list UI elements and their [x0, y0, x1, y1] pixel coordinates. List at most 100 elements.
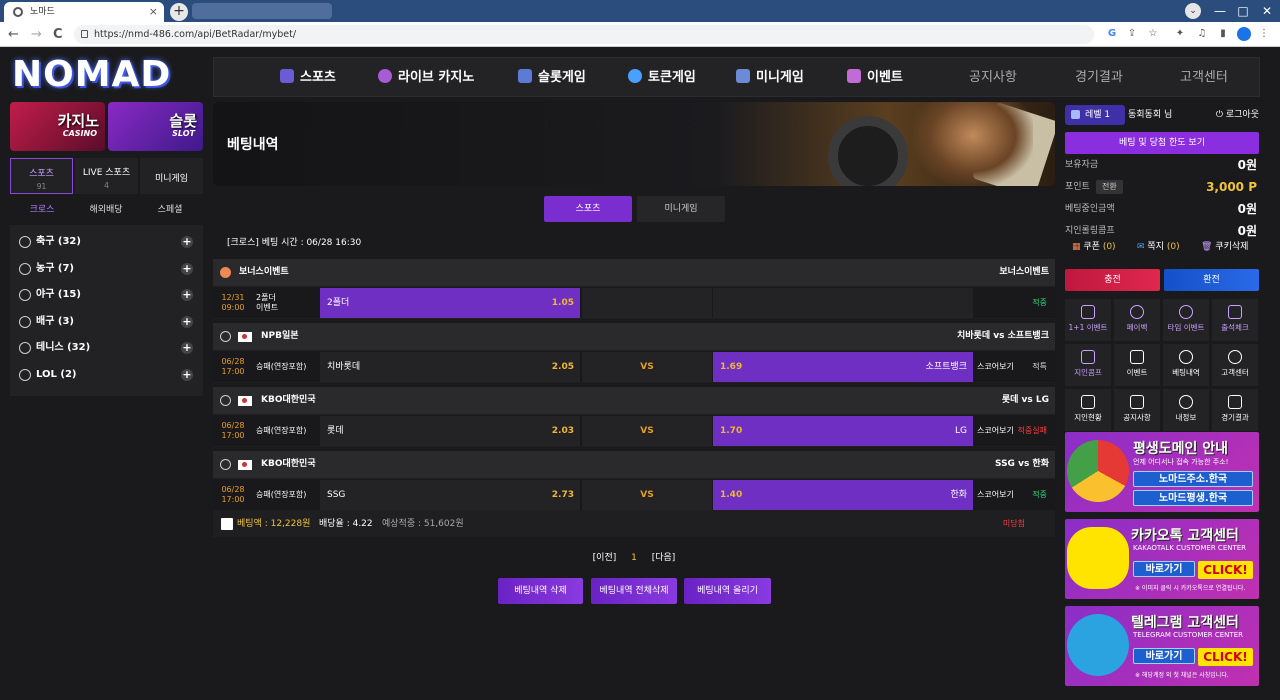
- draw-cell[interactable]: VS: [582, 352, 712, 382]
- menu-payback[interactable]: 페이백: [1114, 299, 1160, 341]
- select-checkbox[interactable]: [221, 518, 233, 530]
- forward-button[interactable]: →: [31, 22, 42, 47]
- nav-support[interactable]: 고객센터: [1180, 58, 1228, 98]
- slot-promo-banner[interactable]: 슬롯 SLOT: [108, 102, 203, 151]
- sport-item-volleyball[interactable]: 배구 (3) +: [10, 309, 203, 335]
- nav-live-casino[interactable]: 라이브 카지노: [378, 58, 474, 98]
- back-button[interactable]: ←: [8, 22, 19, 47]
- note-link[interactable]: ✉ 쪽지 (0): [1137, 240, 1180, 254]
- subtab-cross[interactable]: 크로스: [10, 197, 74, 223]
- score-link[interactable]: 스코어보기: [977, 351, 1014, 382]
- telegram-go-button[interactable]: 바로가기: [1133, 648, 1195, 664]
- expand-plus-icon[interactable]: +: [181, 316, 193, 328]
- nav-event[interactable]: 이벤트: [847, 58, 903, 98]
- sport-item-baseball[interactable]: 야구 (15) +: [10, 282, 203, 308]
- tab-minigame-history[interactable]: 미니게임: [637, 196, 725, 222]
- delete-all-bets-button[interactable]: 베팅내역 전체삭제: [591, 578, 677, 604]
- url-field[interactable]: https://nmd-486.com/api/BetRadar/mybet/: [74, 25, 1094, 44]
- window-close-button[interactable]: ✕: [1252, 0, 1280, 22]
- sidebar-tab-sports[interactable]: 스포츠 91: [10, 158, 73, 194]
- casino-promo-banner[interactable]: 카지노 CASINO: [10, 102, 105, 151]
- withdraw-button[interactable]: 환전: [1164, 269, 1259, 291]
- sport-item-lol[interactable]: LOL (2) +: [10, 362, 203, 388]
- menu-my-info[interactable]: 내정보: [1163, 389, 1209, 431]
- away-odds-cell[interactable]: [713, 288, 973, 318]
- menu-friends[interactable]: 지인현황: [1065, 389, 1111, 431]
- menu-notice[interactable]: 공지사항: [1114, 389, 1160, 431]
- home-odds-cell[interactable]: SSG 2.73: [320, 480, 580, 510]
- away-odds-cell[interactable]: 1.70 LG: [713, 416, 973, 446]
- domain-link-2[interactable]: 노마드평생.한국: [1133, 490, 1253, 506]
- new-tab-button[interactable]: +: [170, 3, 188, 21]
- nav-slot[interactable]: 슬롯게임: [518, 58, 586, 98]
- expand-plus-icon[interactable]: +: [181, 289, 193, 301]
- extensions-icon[interactable]: ✦: [1173, 27, 1187, 41]
- expand-plus-icon[interactable]: +: [181, 263, 193, 275]
- expand-plus-icon[interactable]: +: [181, 342, 193, 354]
- post-bets-button[interactable]: 베팅내역 올리기: [684, 578, 771, 604]
- subtab-special[interactable]: 스페셜: [138, 197, 202, 223]
- next-page-link[interactable]: [다음]: [652, 553, 676, 563]
- home-odds-cell[interactable]: 2폴더 1.05: [320, 288, 580, 318]
- reload-button[interactable]: C: [53, 22, 63, 47]
- bookmark-star-icon[interactable]: ☆: [1146, 27, 1160, 41]
- kakao-ad-banner[interactable]: 카카오톡 고객센터 KAKAOTALK CUSTOMER CENTER 바로가기…: [1065, 519, 1259, 599]
- sport-item-basketball[interactable]: 농구 (7) +: [10, 256, 203, 282]
- bet-limit-button[interactable]: 베팅 및 당첨 한도 보기: [1065, 132, 1259, 154]
- expand-plus-icon[interactable]: +: [181, 369, 193, 381]
- subtab-overseas[interactable]: 해외배당: [74, 197, 138, 223]
- current-page[interactable]: 1: [631, 553, 637, 563]
- close-tab-icon[interactable]: ×: [149, 2, 158, 22]
- share-icon[interactable]: ⇪: [1125, 27, 1139, 41]
- sidebar-tab-live-sports[interactable]: LIVE 스포츠 4: [75, 158, 138, 194]
- nav-results[interactable]: 경기결과: [1075, 58, 1123, 98]
- deposit-button[interactable]: 충전: [1065, 269, 1160, 291]
- site-logo[interactable]: NOMAD: [12, 56, 194, 94]
- logout-button[interactable]: ⏻ 로그아웃: [1216, 105, 1259, 125]
- sport-item-soccer[interactable]: 축구 (32) +: [10, 229, 203, 255]
- nav-notice[interactable]: 공지사항: [969, 58, 1017, 98]
- sidepanel-icon[interactable]: ▮: [1216, 27, 1230, 41]
- draw-cell[interactable]: [582, 288, 712, 318]
- tab-sports-history[interactable]: 스포츠: [544, 196, 632, 222]
- expand-plus-icon[interactable]: +: [181, 236, 193, 248]
- menu-1plus1-event[interactable]: 1+1 이벤트: [1065, 299, 1111, 341]
- score-link[interactable]: 스코어보기: [977, 415, 1014, 446]
- nav-minigame[interactable]: 미니게임: [736, 58, 804, 98]
- home-odds-cell[interactable]: 치바롯데 2.05: [320, 352, 580, 382]
- google-icon[interactable]: G: [1105, 27, 1119, 41]
- telegram-ad-banner[interactable]: 텔레그램 고객센터 TELEGRAM CUSTOMER CENTER 바로가기 …: [1065, 606, 1259, 686]
- delete-bet-button[interactable]: 베팅내역 삭제: [498, 578, 583, 604]
- blurred-tab[interactable]: [192, 3, 332, 19]
- domain-link-1[interactable]: 노마드주소.한국: [1133, 471, 1253, 487]
- menu-attendance[interactable]: 출석체크: [1212, 299, 1258, 341]
- nav-sports[interactable]: 스포츠: [280, 58, 336, 98]
- profile-avatar[interactable]: [1237, 27, 1251, 41]
- away-odds-cell[interactable]: 1.40 한화: [713, 480, 973, 510]
- browser-tab[interactable]: 노마드 ×: [4, 2, 164, 22]
- menu-results[interactable]: 경기결과: [1212, 389, 1258, 431]
- nav-token[interactable]: 토큰게임: [628, 58, 696, 98]
- cookie-clear-link[interactable]: 🗑 쿠키삭제: [1201, 240, 1248, 254]
- menu-time-event[interactable]: 타임 이벤트: [1163, 299, 1209, 341]
- sport-item-tennis[interactable]: 테니스 (32) +: [10, 335, 203, 361]
- tab-search-icon[interactable]: ⌄: [1185, 3, 1201, 19]
- menu-bet-history[interactable]: 베팅내역: [1163, 344, 1209, 386]
- menu-event[interactable]: 이벤트: [1114, 344, 1160, 386]
- bet-league-row: 보너스이벤트 보너스이벤트: [213, 259, 1055, 286]
- menu-support[interactable]: 고객센터: [1212, 344, 1258, 386]
- prev-page-link[interactable]: [이전]: [593, 553, 617, 563]
- score-link[interactable]: 스코어보기: [977, 479, 1014, 510]
- kebab-menu-icon[interactable]: ⋮: [1257, 27, 1271, 41]
- coupon-link[interactable]: ▦ 쿠폰 (0): [1072, 240, 1116, 254]
- domain-ad-banner[interactable]: 평생도메인 안내 언제 어디서나 접속 가능한 주소! 노마드주소.한국 노마드…: [1065, 432, 1259, 512]
- kakao-go-button[interactable]: 바로가기: [1133, 561, 1195, 577]
- sidebar-tab-minigame[interactable]: 미니게임: [140, 158, 203, 194]
- draw-cell[interactable]: VS: [582, 416, 712, 446]
- away-odds-cell[interactable]: 1.69 소프트뱅크: [713, 352, 973, 382]
- draw-cell[interactable]: VS: [582, 480, 712, 510]
- point-convert-button[interactable]: 전환: [1096, 180, 1123, 194]
- menu-friend-comp[interactable]: 지인콤프: [1065, 344, 1111, 386]
- home-odds-cell[interactable]: 롯데 2.03: [320, 416, 580, 446]
- media-icon[interactable]: ♫: [1195, 27, 1209, 41]
